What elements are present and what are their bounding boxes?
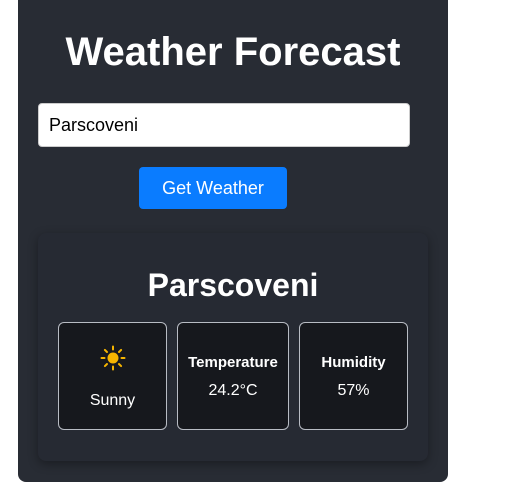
temperature-tile: Temperature 24.2°C bbox=[177, 322, 289, 430]
humidity-tile: Humidity 57% bbox=[299, 322, 408, 430]
sun-icon bbox=[100, 345, 126, 371]
get-weather-button[interactable]: Get Weather bbox=[139, 167, 287, 209]
humidity-value: 57% bbox=[337, 382, 370, 399]
condition-text: Sunny bbox=[89, 392, 136, 409]
temperature-label: Temperature bbox=[188, 354, 278, 371]
temperature-value: 24.2°C bbox=[208, 382, 258, 399]
weather-result-panel: Parscoveni Sunny Temperature 24.2°C Humi… bbox=[38, 233, 428, 461]
humidity-label: Humidity bbox=[321, 354, 386, 371]
weather-app-card: Weather Forecast Get Weather Parscoveni … bbox=[18, 0, 448, 482]
condition-tile: Sunny bbox=[58, 322, 167, 430]
page-title: Weather Forecast bbox=[65, 30, 401, 74]
city-search-input[interactable] bbox=[38, 103, 410, 147]
result-city-name: Parscoveni bbox=[147, 267, 319, 303]
